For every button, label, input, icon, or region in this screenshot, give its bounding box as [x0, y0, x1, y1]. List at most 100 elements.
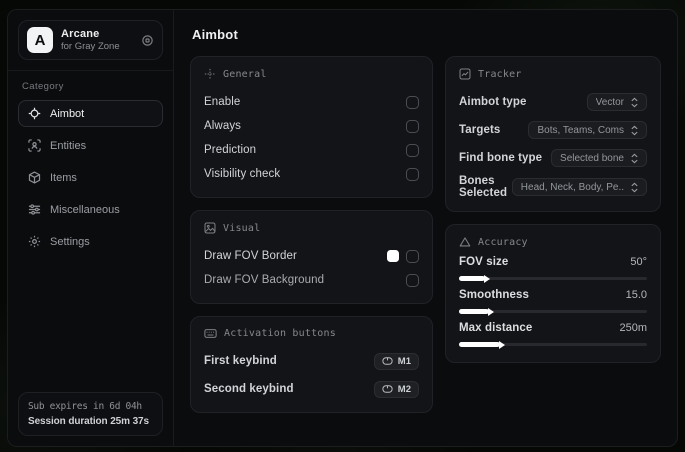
- setting-label: Max distance: [459, 322, 533, 334]
- targets-dropdown[interactable]: Bots, Teams, Coms: [528, 121, 647, 139]
- row-always: Always: [204, 115, 419, 137]
- setting-label: Always: [204, 120, 242, 132]
- scope-circle-icon[interactable]: [141, 34, 154, 47]
- find-bone-type-dropdown[interactable]: Selected bone: [551, 149, 647, 167]
- page-title: Aimbot: [192, 27, 238, 42]
- row-first-keybind: First keybind M1: [204, 350, 419, 372]
- chevron-up-down-icon: [630, 97, 639, 108]
- setting-label: Visibility check: [204, 168, 281, 180]
- sidebar-nav: Aimbot Entities Items Miscellaneous Sett…: [18, 100, 163, 255]
- row-bones-selected: Bones Selected Head, Neck, Body, Pe..: [459, 175, 647, 199]
- brand-card: A Arcane for Gray Zone: [18, 20, 163, 60]
- second-keybind-button[interactable]: M2: [373, 380, 419, 398]
- smoothness-slider[interactable]: [459, 309, 647, 314]
- setting-label: FOV size: [459, 256, 509, 268]
- dropdown-value: Selected bone: [560, 152, 624, 164]
- bones-selected-dropdown[interactable]: Head, Neck, Body, Pe..: [511, 178, 647, 196]
- aimbot-type-dropdown[interactable]: Vector: [586, 93, 647, 111]
- fov-size-value: 50°: [630, 256, 647, 268]
- slider-fill: [459, 276, 486, 281]
- chart-box-icon: [459, 68, 471, 80]
- max-distance-slider[interactable]: [459, 342, 647, 347]
- card-title: Activation buttons: [224, 328, 336, 339]
- setting-label: Enable: [204, 96, 241, 108]
- sidebar-divider: [8, 70, 173, 71]
- sidebar-item-label: Miscellaneous: [50, 203, 120, 216]
- sidebar-item-label: Aimbot: [50, 107, 85, 120]
- crosshair-icon: [28, 107, 41, 120]
- sidebar-item-items[interactable]: Items: [18, 164, 163, 191]
- fov-size-slider[interactable]: [459, 276, 647, 281]
- row-smoothness: Smoothness 15.0: [459, 289, 647, 314]
- dropdown-value: Head, Neck, Body, Pe..: [520, 181, 624, 193]
- card-title: General: [223, 68, 267, 80]
- row-find-bone-type: Find bone type Selected bone: [459, 147, 647, 169]
- row-aimbot-type: Aimbot type Vector: [459, 91, 647, 113]
- setting-label: Bones Selected: [459, 175, 508, 199]
- row-fov-size: FOV size 50°: [459, 256, 647, 281]
- setting-label: Find bone type: [459, 152, 543, 164]
- max-distance-value: 250m: [619, 322, 647, 334]
- setting-label: Draw FOV Background: [204, 274, 325, 286]
- prediction-checkbox[interactable]: [406, 143, 419, 157]
- mouse-icon: [382, 385, 393, 393]
- keybind-value: M1: [397, 355, 411, 367]
- card-title: Tracker: [478, 68, 522, 80]
- setting-label: First keybind: [204, 355, 277, 367]
- app-window: A Arcane for Gray Zone Category Aimbot E…: [7, 9, 678, 447]
- draw-fov-background-checkbox[interactable]: [406, 273, 419, 287]
- gear-icon: [28, 235, 41, 248]
- mouse-icon: [382, 357, 393, 365]
- smoothness-value: 15.0: [625, 289, 647, 301]
- fov-border-color-swatch[interactable]: [387, 250, 399, 262]
- chevron-up-down-icon: [630, 182, 639, 193]
- row-draw-fov-background: Draw FOV Background: [204, 269, 419, 291]
- sidebar-item-entities[interactable]: Entities: [18, 132, 163, 159]
- card-activation-buttons: Activation buttons First keybind M1 Seco…: [190, 316, 433, 413]
- row-max-distance: Max distance 250m: [459, 322, 647, 347]
- sidebar-item-aimbot[interactable]: Aimbot: [18, 100, 163, 127]
- draw-fov-border-checkbox[interactable]: [406, 249, 419, 263]
- image-icon: [204, 222, 216, 234]
- setting-label: Targets: [459, 124, 501, 136]
- setting-label: Second keybind: [204, 383, 294, 395]
- row-enable: Enable: [204, 91, 419, 113]
- entities-icon: [28, 139, 41, 152]
- subscription-info: Sub expires in 6d 04h Session duration 2…: [18, 392, 163, 436]
- card-title: Visual: [223, 222, 261, 234]
- row-targets: Targets Bots, Teams, Coms: [459, 119, 647, 141]
- session-duration-text: Session duration 25m 37s: [28, 416, 149, 427]
- card-accuracy: Accuracy FOV size 50° Smoothness 15.0 Ma…: [445, 224, 661, 363]
- sidebar-item-settings[interactable]: Settings: [18, 228, 163, 255]
- row-visibility-check: Visibility check: [204, 163, 419, 185]
- triangle-icon: [459, 236, 471, 248]
- row-second-keybind: Second keybind M2: [204, 378, 419, 400]
- first-keybind-button[interactable]: M1: [373, 352, 419, 370]
- sidebar-item-label: Settings: [50, 235, 90, 248]
- box-icon: [28, 171, 41, 184]
- slider-fill: [459, 309, 490, 314]
- sidebar: A Arcane for Gray Zone Category Aimbot E…: [8, 10, 174, 446]
- card-tracker: Tracker Aimbot type Vector Targets Bots,…: [445, 56, 661, 212]
- category-label: Category: [22, 81, 64, 92]
- slider-fill: [459, 342, 501, 347]
- card-general: General Enable Always Prediction Visibil…: [190, 56, 433, 198]
- sidebar-item-label: Entities: [50, 139, 87, 152]
- setting-label: Draw FOV Border: [204, 250, 297, 262]
- sub-expiry-text: Sub expires in 6d 04h: [28, 401, 142, 412]
- keybind-value: M2: [397, 383, 411, 395]
- card-visual: Visual Draw FOV Border Draw FOV Backgrou…: [190, 210, 433, 304]
- visibility-check-checkbox[interactable]: [406, 167, 419, 181]
- enable-checkbox[interactable]: [406, 95, 419, 109]
- always-checkbox[interactable]: [406, 119, 419, 133]
- crosshair-dotted-icon: [204, 68, 216, 80]
- sidebar-item-miscellaneous[interactable]: Miscellaneous: [18, 196, 163, 223]
- keyboard-icon: [204, 328, 217, 339]
- sliders-icon: [28, 203, 41, 216]
- chevron-up-down-icon: [630, 153, 639, 164]
- main-content: Aimbot General Enable Always Prediction …: [174, 10, 677, 446]
- brand-title: Arcane: [61, 28, 100, 40]
- brand-subtitle: for Gray Zone: [61, 41, 120, 52]
- brand-logo: A: [27, 27, 53, 53]
- row-prediction: Prediction: [204, 139, 419, 161]
